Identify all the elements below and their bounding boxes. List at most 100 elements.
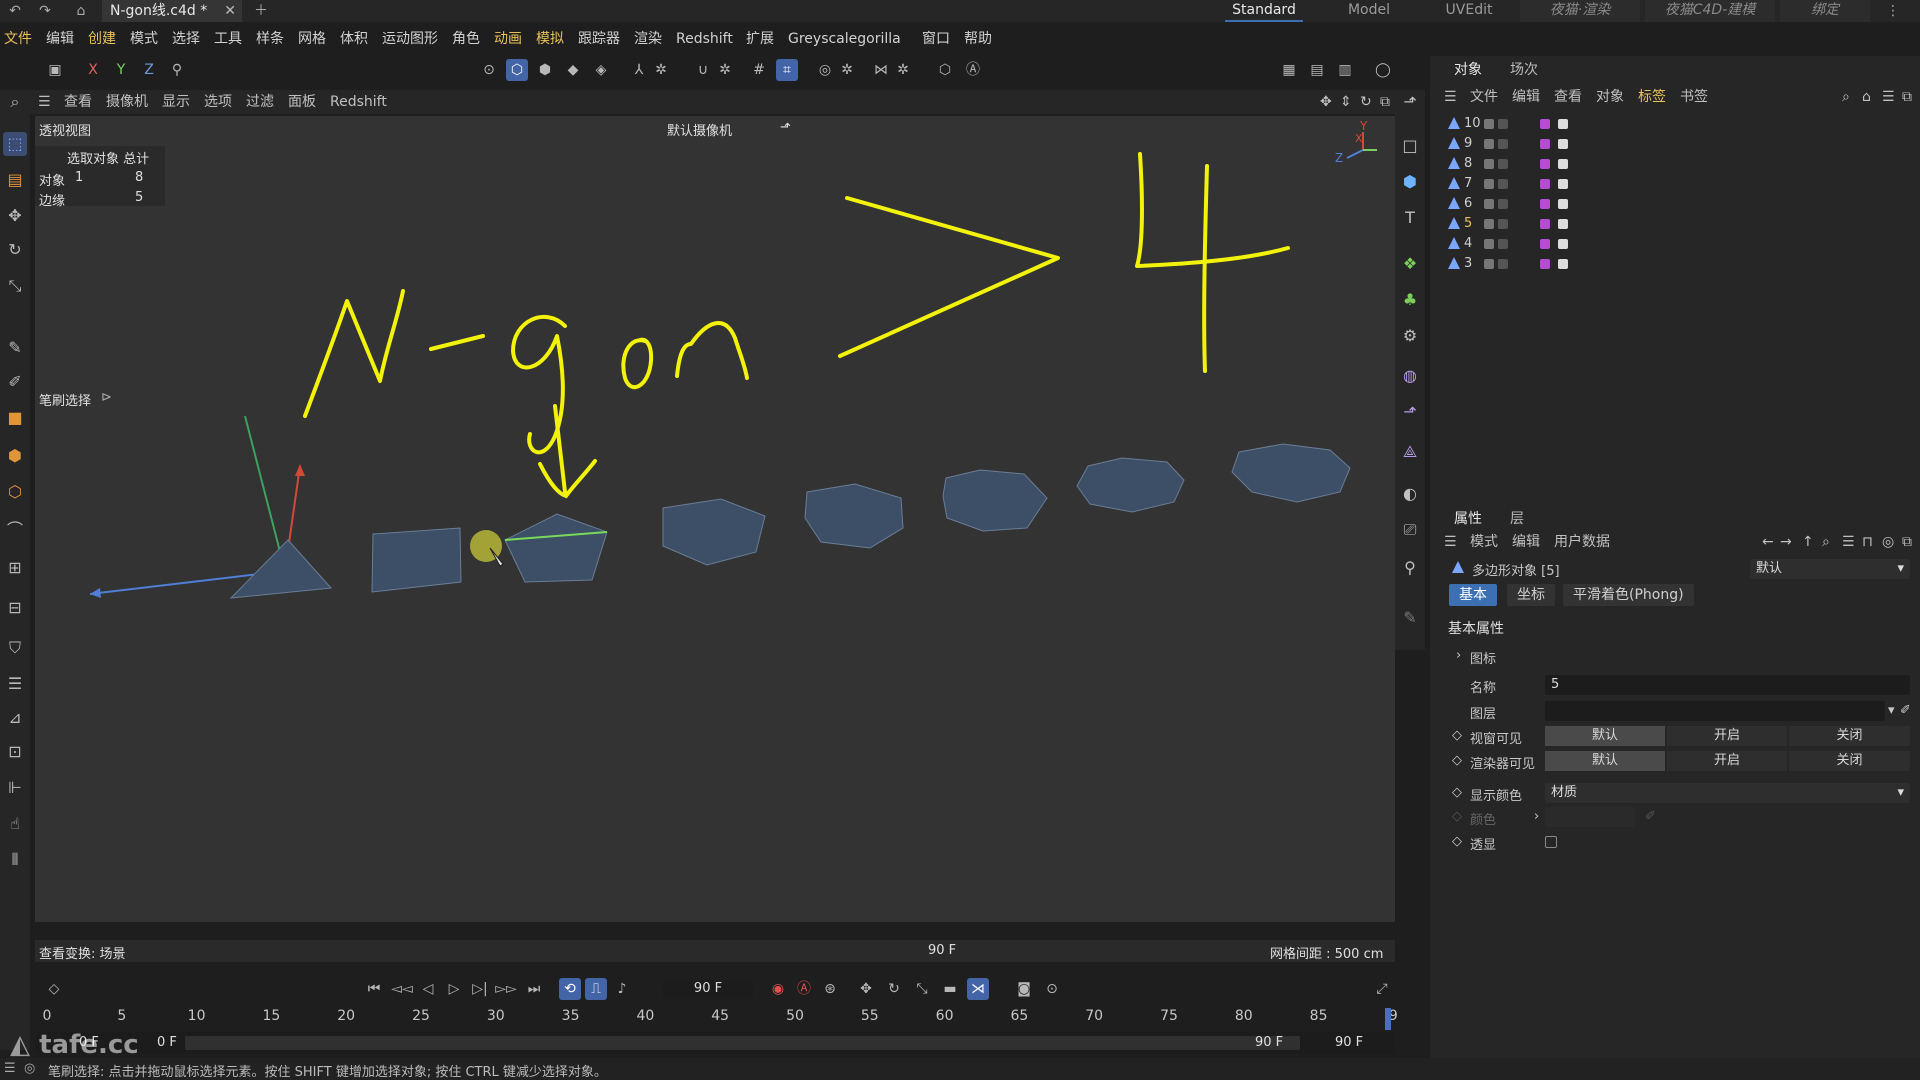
menu-tools[interactable]: 工具 — [214, 28, 242, 50]
bend-icon[interactable]: ⬏ — [1398, 400, 1422, 424]
rotate-tool-icon[interactable]: ↻ — [3, 238, 27, 262]
keyframe-diamond-icon[interactable]: ◇ — [1452, 728, 1462, 743]
camera-label[interactable]: 默认摄像机 — [667, 120, 732, 139]
prev-key-icon[interactable]: ◅◅ — [391, 978, 413, 1000]
snap-icon[interactable]: ⌗ — [776, 59, 798, 81]
hand-tool-icon[interactable]: ☝ — [3, 812, 27, 836]
hamburger-icon[interactable]: ☰ — [1444, 531, 1457, 553]
viewport-menu-display[interactable]: 显示 — [162, 90, 190, 114]
material-icon[interactable] — [1558, 179, 1568, 189]
perspective-viewport[interactable]: Y X Z 透视视图 默认摄像机 ⬏ 选取对象 总计 对象 1 8 边缘 5 笔… — [35, 116, 1395, 922]
layout-tab-modeling[interactable]: 夜猫C4D-建模 — [1645, 0, 1775, 22]
document-tab[interactable]: N-gon线.c4d * ✕ — [102, 0, 242, 22]
filter-icon[interactable]: ☰ — [1882, 86, 1895, 108]
tag-icon[interactable] — [1540, 219, 1550, 229]
new-tab-icon[interactable]: ＋ — [252, 2, 270, 20]
keyframe-diamond-icon[interactable]: ◇ — [1452, 834, 1462, 849]
play-icon[interactable]: ⊳ — [101, 390, 112, 405]
tag-icon[interactable] — [1540, 239, 1550, 249]
xray-checkbox[interactable] — [1545, 836, 1557, 848]
hamburger-icon[interactable]: ☰ — [1444, 86, 1457, 108]
knife-icon[interactable]: ⛉ — [3, 636, 27, 660]
snap-center-icon[interactable]: ⊡ — [3, 740, 27, 764]
cube-primitive-icon[interactable]: ⬢ — [1398, 170, 1422, 194]
menu-render[interactable]: 渲染 — [634, 28, 662, 50]
maximize-view-icon[interactable]: ⧉ — [1380, 90, 1390, 114]
render-view-icon[interactable]: ▤ — [1306, 59, 1328, 81]
key-position-icon[interactable]: ✥ — [855, 978, 877, 1000]
pen-tool-icon[interactable]: ✎ — [3, 336, 27, 360]
polygons-mode-icon[interactable]: ⬢ — [534, 59, 556, 81]
lock-icon[interactable]: ⊓ — [1862, 531, 1873, 553]
render-visible-default[interactable]: 默认 — [1545, 751, 1665, 771]
layers-icon[interactable]: ☰ — [3, 672, 27, 696]
record-icon[interactable]: ◉ — [767, 978, 789, 1000]
menu-create[interactable]: 创建 — [88, 28, 116, 50]
chevron-down-icon[interactable]: ▾ — [1888, 703, 1895, 718]
panel-icon[interactable]: ▣ — [44, 59, 66, 81]
close-icon[interactable]: ✕ — [224, 0, 236, 22]
render-dot[interactable] — [1498, 239, 1508, 249]
subtab-phong[interactable]: 平滑着色(Phong) — [1563, 584, 1694, 606]
render-visible-on[interactable]: 开启 — [1667, 751, 1787, 771]
menu-edit[interactable]: 编辑 — [46, 28, 74, 50]
bevel-icon[interactable]: ⊟ — [3, 596, 27, 620]
hamburger-icon[interactable]: ☰ — [4, 1061, 16, 1076]
undo-icon[interactable]: ↶ — [6, 2, 24, 20]
camera-link-icon[interactable]: ⬏ — [780, 120, 791, 135]
menu-volume[interactable]: 体积 — [340, 28, 368, 50]
attr-menu-userdata[interactable]: 用户数据 — [1554, 531, 1610, 553]
menu-tracker[interactable]: 跟踪器 — [578, 28, 620, 50]
play-icon[interactable]: ▷ — [443, 978, 465, 1000]
chevron-right-icon[interactable]: › — [1456, 648, 1461, 663]
settings-icon[interactable]: ◎ — [1882, 531, 1894, 553]
next-key-icon[interactable]: ▻▻ — [495, 978, 517, 1000]
new-window-icon[interactable]: ⧉ — [1902, 531, 1912, 553]
range-start-b[interactable]: 0 F — [157, 1035, 177, 1050]
key-param-icon[interactable]: ▬ — [939, 978, 961, 1000]
split-icon[interactable]: ⫴ — [3, 848, 27, 872]
tag-icon[interactable] — [1540, 199, 1550, 209]
texture-mode-icon[interactable]: ◈ — [590, 59, 612, 81]
edit-icon[interactable]: ✎ — [1398, 606, 1422, 630]
menu-spline[interactable]: 样条 — [256, 28, 284, 50]
interactive-render-icon[interactable]: ◯ — [1372, 59, 1394, 81]
chevron-right-icon[interactable]: › — [1534, 809, 1539, 824]
render-dot[interactable] — [1498, 119, 1508, 129]
coordinate-system-icon[interactable]: ⚲ — [166, 59, 188, 81]
editor-visible-default[interactable]: 默认 — [1545, 726, 1665, 746]
gear-icon[interactable]: ⚙ — [1398, 324, 1422, 348]
key-pla-icon[interactable]: ⋊ — [967, 978, 989, 1000]
up-icon[interactable]: ↑ — [1802, 531, 1814, 553]
tab-takes[interactable]: 场次 — [1510, 56, 1538, 84]
attr-menu-edit[interactable]: 编辑 — [1512, 531, 1540, 553]
menu-window[interactable]: 窗口 — [922, 28, 950, 50]
axis-x-button[interactable]: X — [82, 59, 104, 81]
null-object-icon[interactable]: □ — [1398, 134, 1422, 158]
pan-icon[interactable]: ✥ — [1320, 90, 1332, 114]
select-tool-icon[interactable]: ⬚ — [3, 132, 27, 156]
forward-icon[interactable]: → — [1780, 531, 1792, 553]
align-icon[interactable]: ⊩ — [3, 776, 27, 800]
visibility-dot[interactable] — [1484, 199, 1494, 209]
model-mode-icon[interactable]: ◆ — [562, 59, 584, 81]
keyframe-selection-icon[interactable]: ⊛ — [819, 978, 841, 1000]
range-end-a[interactable]: 90 F — [1255, 1035, 1283, 1050]
lock-workplane-icon[interactable]: Ⓐ — [962, 59, 984, 81]
go-to-start-icon[interactable]: ⏮ — [363, 978, 385, 1000]
render-region-icon[interactable]: ▦ — [1278, 59, 1300, 81]
material-icon[interactable] — [1558, 219, 1568, 229]
motion-record-icon[interactable]: ◙ — [1013, 978, 1035, 1000]
render-dot[interactable] — [1498, 159, 1508, 169]
tag-icon[interactable] — [1540, 139, 1550, 149]
material-icon[interactable] — [1558, 159, 1568, 169]
render-dot[interactable] — [1498, 219, 1508, 229]
frame-field[interactable]: 90 F — [663, 979, 753, 999]
render-dot[interactable] — [1498, 259, 1508, 269]
coordinate-manager-icon[interactable]: ⬏ — [1398, 90, 1422, 114]
list-item[interactable]: 7 — [1440, 174, 1910, 194]
subtab-coordinates[interactable]: 坐标 — [1507, 584, 1555, 606]
extrude-icon[interactable]: ⊞ — [3, 556, 27, 580]
range-slider[interactable] — [185, 1036, 1300, 1050]
attr-menu-mode[interactable]: 模式 — [1470, 531, 1498, 553]
